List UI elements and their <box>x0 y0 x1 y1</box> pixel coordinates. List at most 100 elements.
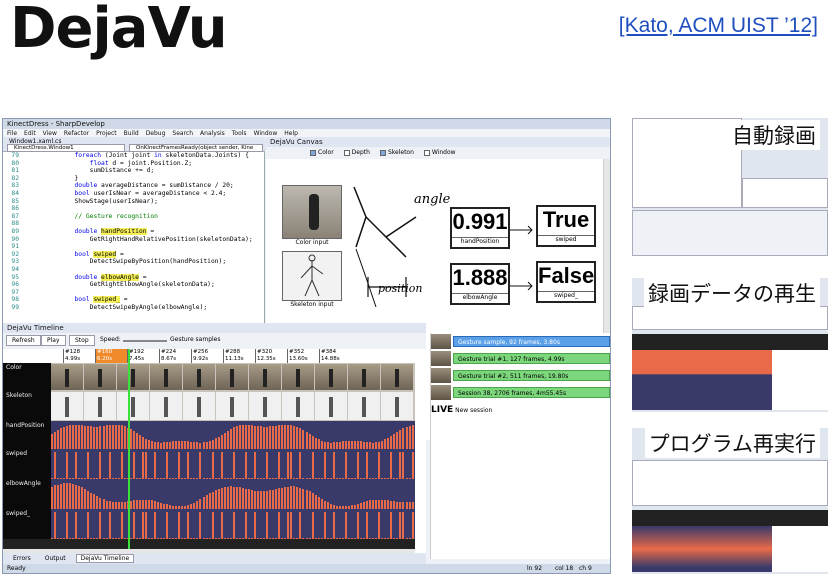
refresh-button[interactable]: Refresh <box>6 335 41 346</box>
track-bar <box>78 424 81 449</box>
track-bar <box>269 537 272 539</box>
canvas-checkbox[interactable]: Depth <box>343 149 370 156</box>
track-bar <box>387 437 390 449</box>
track-bar <box>54 485 57 509</box>
track-bar <box>405 502 408 509</box>
track-bar <box>378 499 381 509</box>
skeleton-frame[interactable] <box>282 392 314 420</box>
code-line: 83 double averageDistance = sumDistance … <box>3 182 264 190</box>
menu-item[interactable]: Refactor <box>64 130 89 137</box>
track-bar <box>381 499 384 509</box>
thumb-sessions <box>772 350 828 410</box>
track-bar <box>150 500 153 509</box>
track-bar <box>193 442 196 449</box>
color-frame[interactable] <box>348 364 380 390</box>
session-thumbnail <box>431 351 451 366</box>
track-bar <box>314 437 317 449</box>
track-bar <box>217 436 220 449</box>
checkbox-box[interactable] <box>343 149 350 156</box>
track-bar <box>387 537 390 539</box>
track-bar <box>308 537 311 539</box>
live-session-label[interactable]: New session <box>455 407 492 414</box>
track-bar <box>287 424 290 449</box>
menu-item[interactable]: Search <box>172 130 193 137</box>
code-text: bool userIsNear = averageDistance < 2.4; <box>74 189 227 197</box>
line-number: 83 <box>11 182 19 190</box>
track-bar <box>257 490 260 509</box>
session-list: Gesture sample, 92 frames, 3.80s Gesture … <box>430 333 610 559</box>
bottom-tab[interactable]: Output <box>41 555 70 562</box>
session-item[interactable]: Gesture trial #1, 127 frames, 4.99s <box>431 350 610 367</box>
playhead[interactable] <box>128 349 130 549</box>
menu-item[interactable]: Build <box>124 130 139 137</box>
line-number: 92 <box>11 250 19 258</box>
canvas-checkbox[interactable]: Window <box>423 149 456 156</box>
track-bar <box>132 452 135 479</box>
color-frame[interactable] <box>381 364 413 390</box>
track-bar <box>144 452 147 479</box>
session-item[interactable]: Gesture sample, 92 frames, 3.80s <box>431 333 610 350</box>
color-frame[interactable] <box>117 364 149 390</box>
color-frame[interactable] <box>216 364 248 390</box>
track-bar <box>263 426 266 449</box>
track-bar <box>405 537 408 539</box>
menu-item[interactable]: Tools <box>232 130 247 137</box>
track-bar <box>272 537 275 539</box>
track-bar <box>120 512 123 539</box>
color-frame[interactable] <box>150 364 182 390</box>
track-bar <box>393 501 396 509</box>
session-item[interactable]: Session 38, 2706 frames, 4m55.45s <box>431 384 610 401</box>
track-bar <box>235 486 238 509</box>
color-frame[interactable] <box>183 364 215 390</box>
color-frame[interactable] <box>84 364 116 390</box>
speed-slider[interactable] <box>123 340 167 342</box>
skeleton-frame[interactable] <box>249 392 281 420</box>
menu-item[interactable]: File <box>7 130 17 137</box>
track-bar <box>363 537 366 539</box>
citation-link[interactable]: [Kato, ACM UIST ’12] <box>619 14 818 38</box>
track-bar <box>299 487 302 509</box>
bottom-tab[interactable]: Errors <box>9 555 35 562</box>
track-bar <box>60 428 63 449</box>
skeleton-frame[interactable] <box>51 392 83 420</box>
line-number: 86 <box>11 205 19 213</box>
checkbox-box[interactable] <box>423 149 430 156</box>
menu-item[interactable]: Window <box>254 130 278 137</box>
play-button[interactable]: Play <box>41 335 66 346</box>
skeleton-frame[interactable] <box>183 392 215 420</box>
window-title: KinectDress - SharpDevelop <box>3 119 610 129</box>
menu-item[interactable]: Edit <box>24 130 36 137</box>
stop-button[interactable]: Stop <box>69 335 95 346</box>
skeleton-frame[interactable] <box>150 392 182 420</box>
skeleton-frame[interactable] <box>381 392 413 420</box>
menu-item[interactable]: Help <box>284 130 298 137</box>
class-combo[interactable]: KinectDress.Window1 <box>7 144 125 152</box>
line-number: 98 <box>11 296 19 304</box>
menu-item[interactable]: Analysis <box>200 130 225 137</box>
menu-item[interactable]: Debug <box>146 130 166 137</box>
session-item[interactable]: Gesture trial #2, 511 frames, 19.80s <box>431 367 610 384</box>
bottom-tab[interactable]: DejaVu Timeline <box>75 554 135 563</box>
color-frame[interactable] <box>282 364 314 390</box>
checkbox-box[interactable] <box>379 149 386 156</box>
menu-item[interactable]: Project <box>96 130 117 137</box>
track-bar <box>244 452 247 479</box>
canvas-checkbox[interactable]: Color <box>310 149 334 156</box>
skeleton-frame[interactable] <box>117 392 149 420</box>
color-frame[interactable] <box>249 364 281 390</box>
track-bar <box>326 502 329 509</box>
skeleton-frame[interactable] <box>84 392 116 420</box>
checkbox-box[interactable] <box>310 149 316 156</box>
person-figure <box>309 194 319 230</box>
track-bar <box>320 498 323 509</box>
skeleton-frame[interactable] <box>348 392 380 420</box>
color-frame[interactable] <box>51 364 83 390</box>
skeleton-frame[interactable] <box>315 392 347 420</box>
track-handPosition <box>51 421 415 449</box>
skeleton-frame[interactable] <box>216 392 248 420</box>
menu-item[interactable]: View <box>43 130 57 137</box>
canvas-checkbox[interactable]: Skeleton <box>379 149 414 156</box>
color-frame[interactable] <box>315 364 347 390</box>
method-combo[interactable]: OnKinectFramesReady(object sender, Kine <box>129 144 263 152</box>
line-number: 84 <box>11 189 19 197</box>
